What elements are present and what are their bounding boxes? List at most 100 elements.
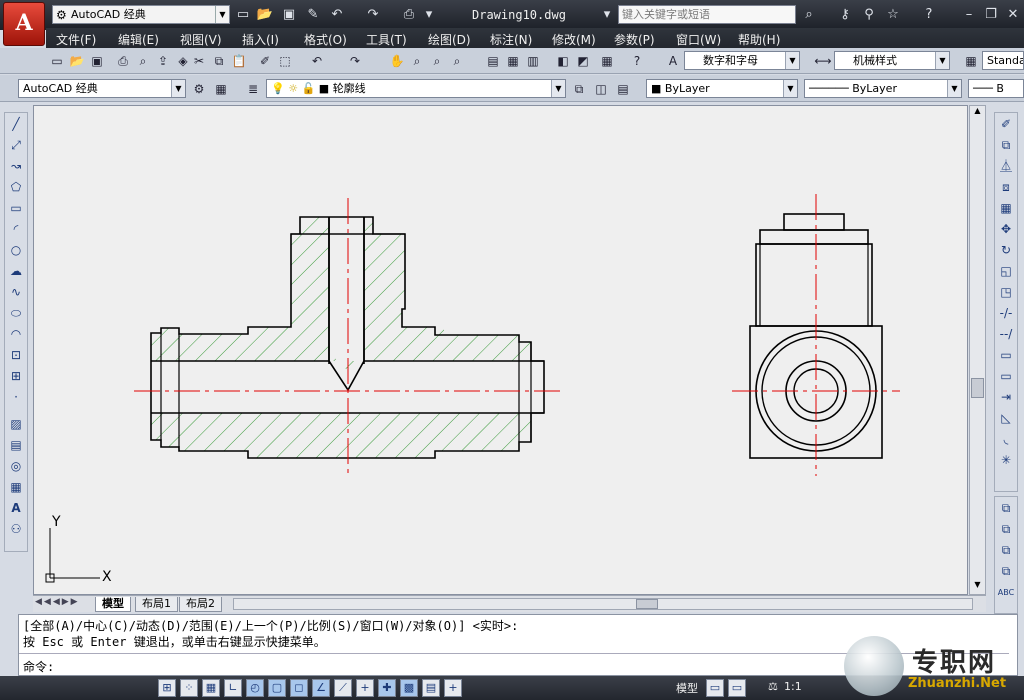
table-style-combo[interactable]: Standa xyxy=(982,51,1024,70)
save-icon[interactable]: ▣ xyxy=(88,52,106,70)
markup-icon[interactable]: ◩ xyxy=(574,52,592,70)
minimize-window-icon[interactable]: – xyxy=(960,6,978,24)
paste-icon[interactable]: 📋 xyxy=(230,52,248,70)
menu-file[interactable]: 文件(F) xyxy=(56,31,96,48)
workspace-combo[interactable]: AutoCAD 经典 ▼ xyxy=(18,79,186,98)
model-space-label[interactable]: 模型 xyxy=(676,680,698,696)
qa-dropdown-icon[interactable]: ▾ xyxy=(420,6,438,24)
save-icon[interactable]: ▣ xyxy=(280,6,298,24)
chevron-down-icon[interactable]: ▼ xyxy=(947,80,961,97)
object-snap-tracking-icon[interactable]: ∠ xyxy=(312,679,330,697)
point-icon[interactable]: · xyxy=(7,388,25,407)
quick-properties-icon[interactable]: ▤ xyxy=(422,679,440,697)
transparency-icon[interactable]: ▩ xyxy=(400,679,418,697)
move-icon[interactable]: ✥ xyxy=(997,220,1015,239)
workspace-icon[interactable]: ▦ xyxy=(212,80,230,98)
send-to-back-icon[interactable]: ⧉ xyxy=(997,520,1015,539)
polar-tracking-icon[interactable]: ◴ xyxy=(246,679,264,697)
polyline-icon[interactable]: ↝ xyxy=(7,157,25,176)
break-icon[interactable]: ▭ xyxy=(997,367,1015,386)
chevron-down-icon[interactable]: ▼ xyxy=(215,6,229,23)
chamfer-icon[interactable]: ◺ xyxy=(997,409,1015,428)
mtext-icon[interactable]: A xyxy=(7,499,25,518)
sheet-set-icon[interactable]: ◧ xyxy=(554,52,572,70)
menu-window[interactable]: 窗口(W) xyxy=(676,31,721,48)
chevron-down-icon[interactable]: ▼ xyxy=(171,80,185,97)
gradient-icon[interactable]: ▤ xyxy=(7,436,25,455)
menu-edit[interactable]: 编辑(E) xyxy=(118,31,159,48)
zoom-previous-icon[interactable]: ⌕ xyxy=(448,52,466,70)
selection-cycling-icon[interactable]: + xyxy=(444,679,462,697)
tab-model[interactable]: 模型 xyxy=(95,597,131,612)
color-combo[interactable]: ■ ByLayer ▼ xyxy=(646,79,798,98)
3d-object-snap-icon[interactable]: ◻ xyxy=(290,679,308,697)
key-icon[interactable]: ⚷ xyxy=(836,6,854,24)
add-selected-icon[interactable]: ⚇ xyxy=(7,520,25,539)
revision-cloud-icon[interactable]: ☁ xyxy=(7,262,25,281)
extend-icon[interactable]: --/ xyxy=(997,325,1015,344)
make-current-icon[interactable]: ⧉ xyxy=(570,80,588,98)
rotate-icon[interactable]: ↻ xyxy=(997,241,1015,260)
break-at-point-icon[interactable]: ▭ xyxy=(997,346,1015,365)
plot-icon[interactable]: ⎙ xyxy=(114,52,132,70)
publish-icon[interactable]: ⇪ xyxy=(154,52,172,70)
zoom-realtime-icon[interactable]: ⌕ xyxy=(408,52,426,70)
menu-modify[interactable]: 修改(M) xyxy=(552,31,596,48)
dim-style-combo[interactable]: 机械样式 ▼ xyxy=(834,51,950,70)
tool-palettes-icon[interactable]: ▥ xyxy=(524,52,542,70)
scroll-up-icon[interactable]: ▲ xyxy=(970,106,985,120)
object-snap-icon[interactable]: ▢ xyxy=(268,679,286,697)
horizontal-scrollbar[interactable] xyxy=(233,598,973,610)
star-icon[interactable]: ☆ xyxy=(884,6,902,24)
explode-icon[interactable]: ✳ xyxy=(997,451,1015,470)
table-icon[interactable]: ▦ xyxy=(7,478,25,497)
menu-parametric[interactable]: 参数(P) xyxy=(614,31,655,48)
quick-view-layouts-icon[interactable]: ▭ xyxy=(706,679,724,697)
ellipse-icon[interactable]: ⬭ xyxy=(7,304,25,323)
undo-icon[interactable]: ↶ xyxy=(308,52,326,70)
hatch-icon[interactable]: ▨ xyxy=(7,415,25,434)
erase-icon[interactable]: ✐ xyxy=(997,115,1015,134)
scale-icon[interactable]: ◱ xyxy=(997,262,1015,281)
text-style-combo[interactable]: 数字和字母 ▼ xyxy=(684,51,800,70)
layer-previous-icon[interactable]: ◫ xyxy=(592,80,610,98)
spline-icon[interactable]: ∿ xyxy=(7,283,25,302)
layer-properties-icon[interactable]: ≣ xyxy=(244,80,262,98)
menu-dimension[interactable]: 标注(N) xyxy=(490,31,532,48)
preview-icon[interactable]: ⌕ xyxy=(134,52,152,70)
polygon-icon[interactable]: ⬠ xyxy=(7,178,25,197)
stretch-icon[interactable]: ◳ xyxy=(997,283,1015,302)
menu-insert[interactable]: 插入(I) xyxy=(242,31,279,48)
restore-window-icon[interactable]: ❐ xyxy=(982,6,1000,24)
tab-layout2[interactable]: 布局2 xyxy=(179,597,222,612)
vertical-scrollbar[interactable]: ▲ ▼ xyxy=(969,105,986,595)
hscroll-thumb[interactable] xyxy=(636,599,658,609)
cut-icon[interactable]: ✂ xyxy=(190,52,208,70)
satellite-icon[interactable]: ⚲ xyxy=(860,6,878,24)
binoculars-icon[interactable]: ⌕ xyxy=(800,6,818,24)
circle-icon[interactable]: ○ xyxy=(7,241,25,260)
undo-icon[interactable]: ↶ xyxy=(328,6,346,24)
scroll-thumb[interactable] xyxy=(971,378,984,398)
pan-icon[interactable]: ✋ xyxy=(388,52,406,70)
qnew-icon[interactable]: ▭ xyxy=(48,52,66,70)
linetype-combo[interactable]: ────── ByLayer ▼ xyxy=(804,79,962,98)
chevron-down-icon[interactable]: ▼ xyxy=(785,52,799,69)
chevron-down-icon[interactable]: ▼ xyxy=(551,80,565,97)
insert-block-icon[interactable]: ⊡ xyxy=(7,346,25,365)
search-input[interactable]: 键入关键字或短语 xyxy=(618,5,796,24)
redo-icon[interactable]: ↷ xyxy=(346,52,364,70)
workspace-settings-icon[interactable]: ⚙ xyxy=(190,80,208,98)
lineweight-icon[interactable]: ✚ xyxy=(378,679,396,697)
calculator-icon[interactable]: ▦ xyxy=(598,52,616,70)
construction-line-icon[interactable]: ⤢ xyxy=(7,136,25,155)
ortho-mode-icon[interactable]: ∟ xyxy=(224,679,242,697)
table-style-icon[interactable]: ▦ xyxy=(962,52,980,70)
workspace-switcher[interactable]: ⚙ AutoCAD 经典 ▼ xyxy=(52,5,230,24)
text-style-icon[interactable]: A xyxy=(664,52,682,70)
bring-to-front-icon[interactable]: ⧉ xyxy=(997,499,1015,518)
match-properties-icon[interactable]: ✐ xyxy=(256,52,274,70)
menu-view[interactable]: 视图(V) xyxy=(180,31,222,48)
drawing-canvas[interactable]: Y X xyxy=(33,105,968,595)
chevron-down-icon[interactable]: ▼ xyxy=(935,52,949,69)
